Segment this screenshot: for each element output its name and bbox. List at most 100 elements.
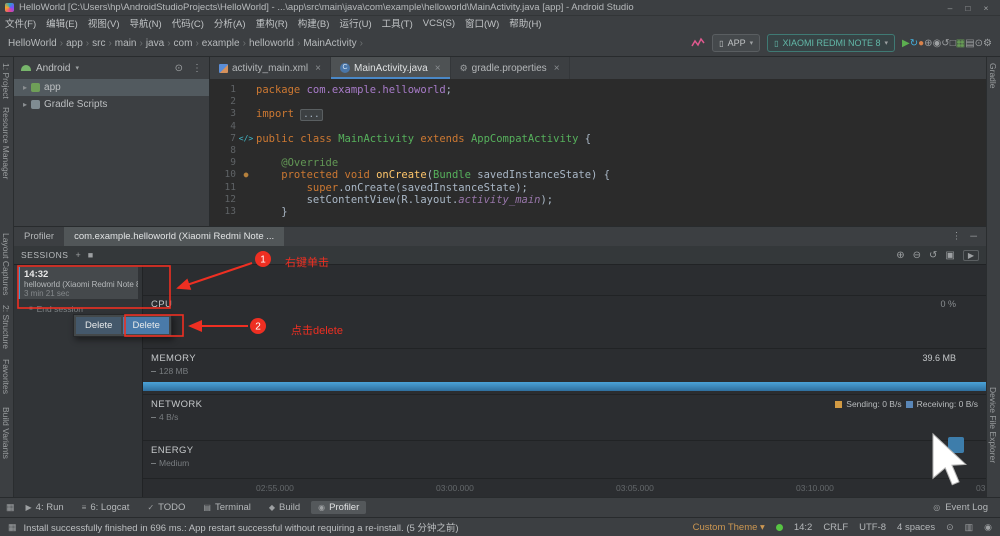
menu-item-delete[interactable]: Delete xyxy=(123,317,169,334)
breadcrumb-item[interactable]: src xyxy=(92,38,105,49)
sync-project-icon[interactable]: ↺ xyxy=(941,38,949,49)
tool-window-layoutcaptures[interactable]: Layout Captures xyxy=(1,233,13,300)
tool-window-logcat[interactable]: ≡ 6: Logcat xyxy=(75,501,137,514)
tool-window-project[interactable]: 1: Project xyxy=(1,63,13,104)
menu-item[interactable]: 编辑(E) xyxy=(41,16,83,30)
tool-window-resourcemanager[interactable]: Resource Manager xyxy=(1,107,13,184)
close-icon[interactable]: × xyxy=(435,63,441,74)
cpu-chart[interactable]: CPU 0 % xyxy=(143,265,986,348)
tab-profiler[interactable]: Profiler xyxy=(14,227,64,246)
chevron-right-icon[interactable]: ▸ xyxy=(23,83,27,92)
tool-window-device-file-explorer[interactable]: Device File Explorer xyxy=(988,387,1000,468)
menu-item[interactable]: 构建(B) xyxy=(293,16,335,30)
session-card[interactable]: 14:32 helloworld (Xiaomi Redmi Note 8...… xyxy=(18,267,138,299)
menu-item[interactable]: 代码(C) xyxy=(167,16,209,30)
go-live-button[interactable]: ▶ xyxy=(962,249,979,261)
tool-window-build[interactable]: ◆ Build xyxy=(262,501,307,514)
breadcrumb-item[interactable]: helloworld xyxy=(249,38,294,49)
menu-item[interactable]: 窗口(W) xyxy=(460,16,504,30)
zoom-to-fit-icon[interactable]: ▣ xyxy=(945,250,954,261)
line-number: 8 xyxy=(230,144,236,156)
code-block-icon[interactable]: </> xyxy=(236,133,256,145)
reset-zoom-icon[interactable]: ↺ xyxy=(929,250,937,261)
editor-tab[interactable]: activity_main.xml × xyxy=(210,57,331,79)
menu-item[interactable]: 重构(R) xyxy=(251,16,293,30)
tool-window-structure[interactable]: 2: Structure xyxy=(1,305,13,354)
tool-window-terminal[interactable]: ▤ Terminal xyxy=(196,501,257,514)
profiler-timeline[interactable]: 02:50.00002:55.00003:00.00003:05.00003:1… xyxy=(143,478,986,497)
profiler-charts[interactable]: CPU 0 % MEMORY 128 MB 39.6 MB NETWORK 4 … xyxy=(143,265,986,497)
menu-item[interactable]: 分析(A) xyxy=(209,16,251,30)
menu-item[interactable]: 运行(U) xyxy=(334,16,376,30)
tree-node[interactable]: ▸ app xyxy=(14,79,209,96)
menu-item[interactable]: 文件(F) xyxy=(0,16,41,30)
run-config-select[interactable]: ▯ APP ▾ xyxy=(712,34,761,52)
hide-panel-icon[interactable]: ─ xyxy=(970,231,977,242)
override-marker-icon[interactable]: ● xyxy=(236,169,256,181)
avd-manager-icon[interactable]: ▤ xyxy=(965,38,974,49)
device-select[interactable]: ▯ XIAOMI REDMI NOTE 8 ▾ xyxy=(767,34,896,52)
status-grid-icon[interactable]: ▦ xyxy=(8,522,17,533)
apply-changes-icon[interactable]: ↻ xyxy=(910,38,918,49)
memory-indicator-icon[interactable]: ▥ xyxy=(965,522,974,533)
close-icon[interactable]: × xyxy=(315,63,321,74)
caret-position[interactable]: 14:2 xyxy=(794,522,813,533)
theme-select[interactable]: Custom Theme ▾ xyxy=(693,522,765,533)
memory-chart[interactable]: MEMORY 128 MB 39.6 MB xyxy=(143,348,986,394)
code-editor[interactable]: 1 package com.example.helloworld; 2 3 import… xyxy=(210,79,986,226)
search-icon[interactable]: ⊙ xyxy=(975,38,983,49)
project-view-select[interactable]: Android xyxy=(36,63,70,74)
editor-tab[interactable]: ⚙ gradle.properties × xyxy=(451,57,570,79)
cpu-profile-icon[interactable] xyxy=(691,37,705,49)
menu-item[interactable]: VCS(S) xyxy=(418,18,460,29)
tool-window-label: Favorites xyxy=(1,359,11,394)
menu-item[interactable]: 视图(V) xyxy=(83,16,125,30)
more-icon[interactable]: ⋮ xyxy=(192,63,202,74)
run-icon[interactable]: ▶ xyxy=(902,38,910,49)
breadcrumb-item[interactable]: main xyxy=(115,38,137,49)
attach-debugger-icon[interactable]: ⊕ xyxy=(924,38,932,49)
breadcrumb-item[interactable]: app xyxy=(66,38,83,49)
menu-item[interactable]: 导航(N) xyxy=(124,16,166,30)
tab-profiler-session[interactable]: com.example.helloworld (Xiaomi Redmi Not… xyxy=(64,227,285,246)
breadcrumb-item[interactable]: com xyxy=(174,38,193,49)
tool-window-buildvariants[interactable]: Build Variants xyxy=(1,407,13,464)
lock-icon[interactable]: ⊙ xyxy=(946,522,954,533)
menu-item[interactable]: 帮助(H) xyxy=(504,16,546,30)
breadcrumb-item[interactable]: HelloWorld xyxy=(8,38,57,49)
minimize-icon[interactable]: – xyxy=(941,3,959,13)
notifications-icon[interactable]: ◉ xyxy=(984,522,992,533)
breadcrumb-item[interactable]: java xyxy=(146,38,164,49)
settings-icon[interactable]: ⚙ xyxy=(983,38,992,49)
tree-node[interactable]: ▸ Gradle Scripts xyxy=(14,96,209,113)
tool-window-todo[interactable]: ✓ TODO xyxy=(140,501,192,514)
tool-window-favorites[interactable]: Favorites xyxy=(1,359,13,399)
tool-window-gradle[interactable]: Gradle xyxy=(988,63,1000,94)
energy-chart[interactable]: ENERGY Medium xyxy=(143,440,986,478)
breadcrumb-item[interactable]: MainActivity xyxy=(303,38,356,49)
tool-window-run[interactable]: ▶ 4: Run xyxy=(19,501,71,514)
locate-file-icon[interactable]: ⊙ xyxy=(175,63,183,74)
close-icon[interactable]: × xyxy=(554,63,560,74)
tool-window-profiler[interactable]: ◉ Profiler xyxy=(311,501,367,514)
zoom-in-icon[interactable]: ⊕ xyxy=(896,250,904,261)
maximize-icon[interactable]: □ xyxy=(959,3,977,13)
more-icon[interactable]: ⋮ xyxy=(952,231,962,242)
indent-select[interactable]: 4 spaces xyxy=(897,522,935,533)
zoom-out-icon[interactable]: ⊖ xyxy=(913,250,921,261)
layout-inspector-icon[interactable]: ▦ xyxy=(956,38,965,49)
menu-item-delete[interactable]: Delete xyxy=(76,317,122,334)
close-icon[interactable]: × xyxy=(977,3,995,13)
profiler-icon[interactable]: ◉ xyxy=(933,38,942,49)
stop-session-icon[interactable]: ■ xyxy=(88,250,93,260)
encoding-select[interactable]: UTF-8 xyxy=(859,522,886,533)
tool-window-switcher-icon[interactable]: ▦ xyxy=(6,502,15,513)
chevron-right-icon[interactable]: ▸ xyxy=(23,100,27,109)
network-chart[interactable]: NETWORK 4 B/s Sending: 0 B/s Receiving: … xyxy=(143,394,986,440)
menu-item[interactable]: 工具(T) xyxy=(377,16,418,30)
add-session-icon[interactable]: + xyxy=(75,250,80,260)
event-log-button[interactable]: ◎ Event Log xyxy=(933,502,994,513)
breadcrumb-item[interactable]: example xyxy=(202,38,240,49)
editor-tab[interactable]: C MainActivity.java × xyxy=(330,57,451,79)
line-ending-select[interactable]: CRLF xyxy=(823,522,848,533)
